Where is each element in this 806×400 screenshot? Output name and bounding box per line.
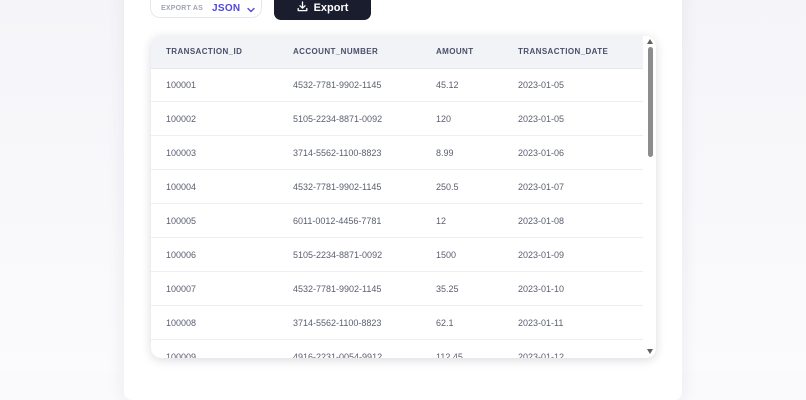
cell-account-number: 4532-7781-9902-1145 (293, 80, 382, 90)
cell-transaction-id: 100007 (166, 284, 197, 294)
cell-transaction-id: 100004 (166, 182, 197, 192)
cell-transaction-id: 100005 (166, 216, 197, 226)
scroll-down-arrow-icon[interactable] (647, 349, 653, 354)
cell-transaction-date: 2023-01-11 (518, 318, 564, 328)
cell-transaction-date: 2023-01-09 (518, 250, 565, 260)
cell-transaction-date: 2023-01-10 (518, 284, 565, 294)
cell-amount: 35.25 (436, 284, 459, 294)
column-header-transaction-id[interactable]: TRANSACTION_ID (166, 47, 242, 56)
export-format-label: EXPORT AS (161, 5, 203, 12)
table-row[interactable]: 100003 3714-5562-1100-8823 8.99 2023-01-06 (151, 136, 643, 170)
table-row[interactable]: 100008 3714-5562-1100-8823 62.1 2023-01-11 (151, 306, 643, 340)
scrollbar-thumb[interactable] (648, 47, 653, 157)
cell-transaction-id: 100009 (166, 352, 197, 358)
cell-transaction-id: 100003 (166, 148, 197, 158)
cell-amount: 12 (436, 216, 447, 226)
cell-account-number: 3714-5562-1100-8823 (293, 318, 382, 328)
cell-transaction-id: 100002 (166, 114, 197, 124)
column-header-transaction-date[interactable]: TRANSACTION_DATE (518, 47, 608, 56)
table-row[interactable]: 100005 6011-0012-4456-7781 12 2023-01-08 (151, 204, 643, 238)
cell-account-number: 4532-7781-9902-1145 (293, 182, 382, 192)
cell-amount: 8.99 (436, 148, 454, 158)
download-icon (297, 0, 308, 17)
cell-amount: 120 (436, 114, 452, 124)
table-row[interactable]: 100002 5105-2234-8871-0092 120 2023-01-05 (151, 102, 643, 136)
cell-account-number: 3714-5562-1100-8823 (293, 148, 382, 158)
cell-transaction-date: 2023-01-08 (518, 216, 565, 226)
column-header-account-number[interactable]: ACCOUNT_NUMBER (293, 47, 378, 56)
table-row[interactable]: 100001 4532-7781-9902-1145 45.12 2023-01-05 (151, 68, 643, 102)
column-header-amount[interactable]: AMOUNT (436, 47, 474, 56)
export-button-label: Export (313, 2, 349, 14)
cell-account-number: 4916-2231-0054-9912 (293, 352, 383, 358)
export-button[interactable]: Export (274, 0, 371, 20)
table-body: 100001 4532-7781-9902-1145 45.12 2023-01-05… (151, 68, 643, 358)
cell-transaction-date: 2023-01-06 (518, 148, 565, 158)
cell-transaction-date: 2023-01-05 (518, 80, 565, 90)
cell-transaction-id: 100008 (166, 318, 197, 328)
cell-amount: 62.1 (436, 318, 454, 328)
table-row[interactable]: 100006 5105-2234-8871-0092 1500 2023-01-09 (151, 238, 643, 272)
scroll-up-arrow-icon[interactable] (647, 39, 653, 44)
cell-account-number: 5105-2234-8871-0092 (293, 114, 383, 124)
cell-amount: 112.45 (436, 352, 463, 358)
cell-transaction-date: 2023-01-05 (518, 114, 565, 124)
export-format-value: JSON (212, 3, 241, 14)
cell-amount: 1500 (436, 250, 457, 260)
cell-transaction-date: 2023-01-12 (518, 352, 565, 358)
cell-account-number: 6011-0012-4456-7781 (293, 216, 382, 226)
table-row[interactable]: 100009 4916-2231-0054-9912 112.45 2023-01-1… (151, 340, 643, 358)
cell-amount: 250.5 (436, 182, 459, 192)
transactions-table: TRANSACTION_ID ACCOUNT_NUMBER AMOUNT TRA… (151, 36, 656, 358)
cell-transaction-id: 100001 (166, 80, 197, 90)
table-header: TRANSACTION_ID ACCOUNT_NUMBER AMOUNT TRA… (151, 36, 643, 69)
cell-account-number: 5105-2234-8871-0092 (293, 250, 383, 260)
chevron-down-icon (247, 0, 256, 18)
table-row[interactable]: 100004 4532-7781-9902-1145 250.5 2023-01-07 (151, 170, 643, 204)
export-format-select[interactable]: EXPORT AS JSON (150, 0, 262, 18)
table-row[interactable]: 100007 4532-7781-9902-1145 35.25 2023-01-10 (151, 272, 643, 306)
cell-amount: 45.12 (436, 80, 459, 90)
cell-transaction-date: 2023-01-07 (518, 182, 565, 192)
cell-account-number: 4532-7781-9902-1145 (293, 284, 382, 294)
cell-transaction-id: 100006 (166, 250, 197, 260)
